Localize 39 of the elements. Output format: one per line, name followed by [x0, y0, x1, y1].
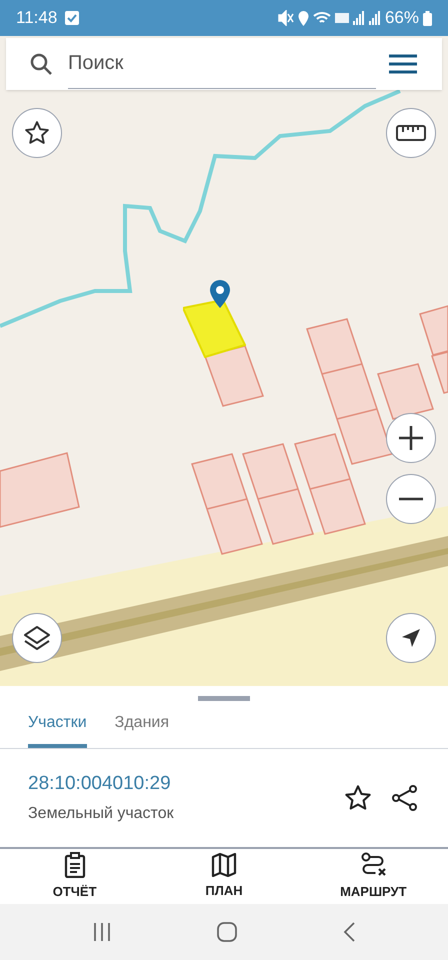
search-icon	[30, 53, 52, 75]
checkbox-notification-icon	[65, 11, 80, 25]
drag-handle[interactable]	[198, 696, 250, 701]
star-icon	[344, 784, 372, 812]
battery-icon	[423, 10, 432, 26]
location-pin-icon	[210, 280, 230, 308]
recent-apps-icon[interactable]	[93, 922, 111, 942]
tab[interactable]: Участки	[28, 701, 87, 748]
status-time: 11:48	[16, 7, 58, 30]
share-icon	[391, 784, 419, 812]
tab[interactable]: Здания	[114, 701, 170, 748]
signal-icon	[368, 10, 381, 26]
battery-percent: 66%	[384, 7, 419, 30]
ruler-icon	[396, 125, 426, 141]
nav-button[interactable]: ОТЧЁТ	[0, 849, 150, 904]
location-icon	[298, 10, 309, 26]
navigation-arrow-icon	[401, 628, 421, 648]
search-field[interactable]: Поиск	[68, 39, 376, 89]
selected-parcel	[183, 300, 246, 358]
nav-button[interactable]: МАРШРУТ	[298, 849, 448, 904]
route-icon	[360, 852, 386, 878]
wifi-icon	[312, 11, 331, 25]
back-icon[interactable]	[343, 922, 355, 942]
mute-icon	[278, 10, 294, 26]
parcel-type: Земельный участок	[28, 804, 175, 824]
minus-icon	[398, 497, 424, 501]
home-icon[interactable]	[217, 922, 237, 942]
star-icon	[24, 120, 50, 146]
share-button[interactable]	[390, 783, 420, 813]
parcel-number[interactable]: 28:10:004010:29	[28, 770, 342, 798]
plus-icon	[398, 425, 424, 451]
signal-icon	[352, 10, 365, 26]
layers-icon	[23, 625, 51, 651]
menu-button[interactable]	[388, 52, 418, 76]
menu-icon	[388, 54, 418, 74]
nav-button[interactable]: ПЛАН	[149, 849, 299, 904]
clipboard-icon	[64, 852, 86, 878]
map-icon	[210, 852, 237, 877]
search-bar[interactable]: Поиск	[6, 38, 442, 90]
